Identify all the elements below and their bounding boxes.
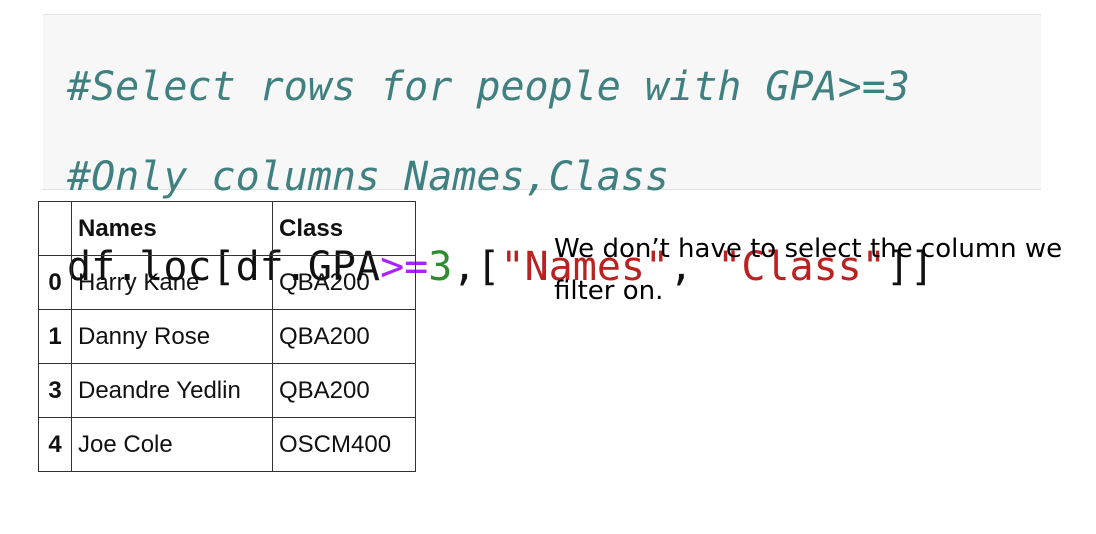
class-cell: OSCM400 [272, 417, 416, 472]
table-row: 3 Deandre Yedlin QBA200 [38, 363, 416, 418]
row-index: 3 [38, 363, 72, 418]
row-index: 4 [38, 417, 72, 472]
names-cell: Harry Kane [71, 255, 273, 310]
class-cell: QBA200 [272, 309, 416, 364]
class-header-cell: Class [272, 201, 416, 256]
table-row: 4 Joe Cole OSCM400 [38, 417, 416, 472]
table-header-row: Names Class [38, 201, 416, 256]
explanation-note: We don’t have to select the column we fi… [554, 234, 1063, 306]
code-comment-line-2: #Only columns Names,Class [67, 154, 670, 200]
class-cell: QBA200 [272, 363, 416, 418]
names-cell: Danny Rose [71, 309, 273, 364]
class-cell: QBA200 [272, 255, 416, 310]
table-row: 0 Harry Kane QBA200 [38, 255, 416, 310]
code-cell[interactable]: #Select rows for people with GPA>=3 #Onl… [43, 14, 1041, 290]
dataframe-output-table: Names Class 0 Harry Kane QBA200 1 Danny … [38, 201, 416, 472]
table-row: 1 Danny Rose QBA200 [38, 309, 416, 364]
names-cell: Joe Cole [71, 417, 273, 472]
row-index: 0 [38, 255, 72, 310]
code-token-bracket-open: ,[ [452, 244, 501, 290]
code-token-number: 3 [428, 244, 453, 290]
index-header-cell [38, 201, 72, 256]
names-cell: Deandre Yedlin [71, 363, 273, 418]
code-comment-line-1: #Select rows for people with GPA>=3 [67, 64, 910, 110]
row-index: 1 [38, 309, 72, 364]
names-header-cell: Names [71, 201, 273, 256]
